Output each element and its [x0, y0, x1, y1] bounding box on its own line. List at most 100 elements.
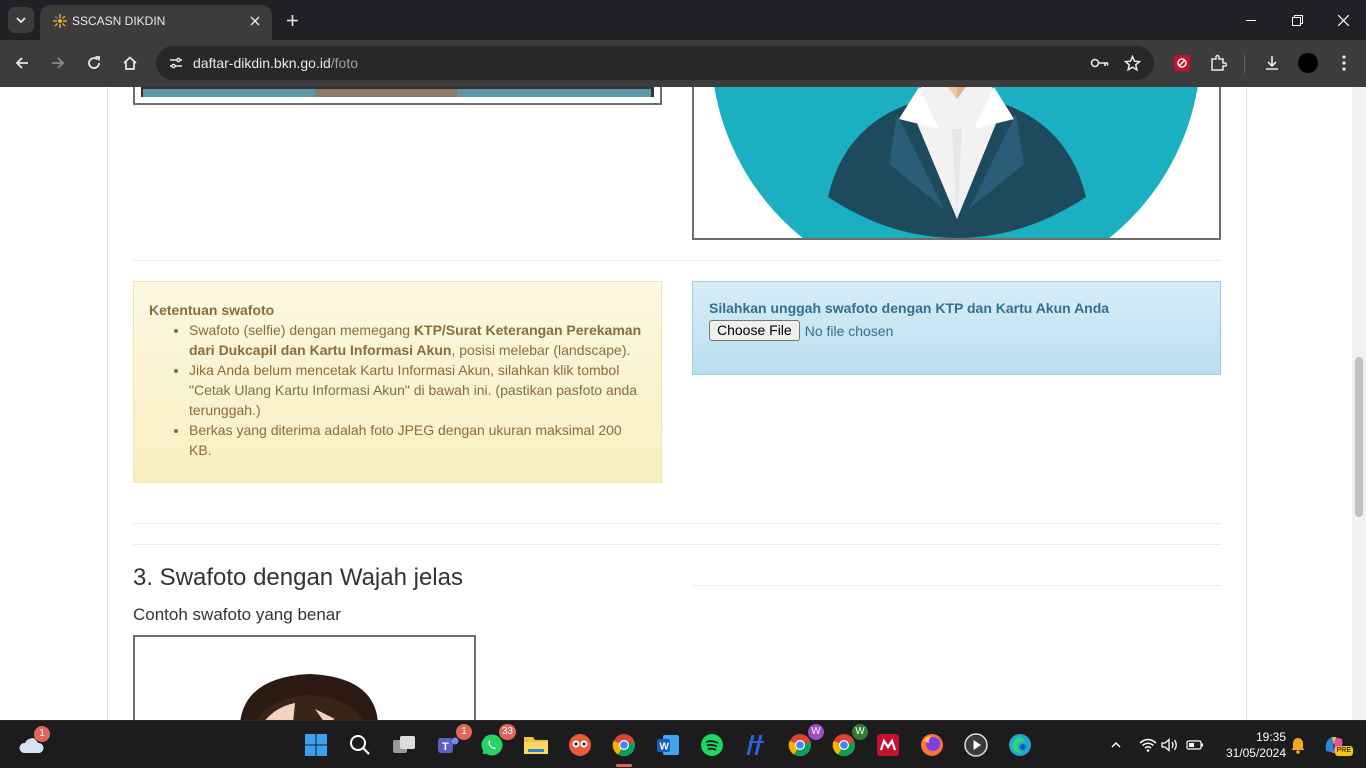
active-app-indicator: [616, 764, 632, 767]
spotify-app[interactable]: [697, 730, 727, 760]
divider: [133, 523, 1221, 524]
search-icon: [350, 735, 370, 755]
downloads-icon[interactable]: [1259, 50, 1285, 76]
start-button[interactable]: [301, 730, 331, 760]
extensions-puzzle-icon[interactable]: [1205, 50, 1231, 76]
url-text: daftar-dikdin.bkn.go.id/foto: [193, 55, 358, 71]
close-window-button[interactable]: [1329, 8, 1357, 32]
toolbar-separator: [1244, 55, 1245, 73]
file-status-text: No file chosen: [804, 322, 894, 339]
tab-title: SSCASN DIKDIN: [72, 14, 166, 28]
more-menu-icon[interactable]: [1331, 50, 1357, 76]
owl-app[interactable]: [565, 730, 595, 760]
divider: [692, 585, 1221, 586]
firefox-app[interactable]: [917, 730, 947, 760]
password-key-icon[interactable]: [1089, 52, 1111, 74]
folder-icon: [524, 737, 548, 754]
home-button[interactable]: [117, 50, 143, 76]
selfie-example-image: [133, 635, 476, 720]
edge-icon: [1009, 734, 1031, 756]
upload-panel: Silahkan unggah swafoto dengan KTP dan K…: [692, 281, 1221, 375]
reload-button[interactable]: [81, 50, 107, 76]
clock-time: 19:35: [1255, 730, 1286, 744]
section-title: 3. Swafoto dengan Wajah jelas: [133, 564, 463, 591]
windows-taskbar: 1 T 1 33 W W W 19:35 31/05/2024 PRE: [0, 720, 1366, 768]
svg-text:W: W: [660, 742, 670, 753]
chrome-profile-app[interactable]: W: [785, 724, 824, 760]
upload-heading: Silahkan unggah swafoto dengan KTP dan K…: [709, 300, 1110, 316]
weather-badge: 1: [34, 726, 50, 742]
teams-app[interactable]: T 1: [433, 724, 472, 760]
choose-file-button[interactable]: Choose File: [709, 320, 800, 341]
profile-avatar[interactable]: [1295, 50, 1321, 76]
minimize-button[interactable]: [1237, 8, 1265, 32]
chrome-app[interactable]: [609, 730, 639, 760]
restore-button[interactable]: [1283, 8, 1311, 32]
list-item: Jika Anda belum mencetak Kartu Informasi…: [189, 360, 646, 420]
page-scrollbar[interactable]: [1352, 87, 1366, 720]
file-explorer-app[interactable]: [521, 730, 551, 760]
list-item: Swafoto (selfie) dengan memegang KTP/Sur…: [189, 320, 646, 360]
extension-red-icon[interactable]: [1169, 50, 1195, 76]
site-info-icon[interactable]: [164, 51, 188, 75]
system-clock[interactable]: 19:35 31/05/2024: [1216, 729, 1286, 761]
notification-bell-icon[interactable]: [1288, 735, 1308, 755]
reload-icon: [88, 56, 100, 69]
mendeley-app[interactable]: [873, 730, 903, 760]
owl-app-icon: [569, 734, 591, 756]
volume-icon[interactable]: [1160, 735, 1180, 755]
list-item: Berkas yang diterima adalah foto JPEG de…: [189, 420, 646, 460]
task-view-button[interactable]: [389, 730, 419, 760]
page-viewport: Ketentuan swafoto Swafoto (selfie) denga…: [0, 87, 1366, 720]
swafoto-rules-list: Swafoto (selfie) dengan memegang KTP/Sur…: [189, 320, 646, 460]
close-icon: [1337, 14, 1349, 26]
site-favicon-icon: [53, 14, 67, 28]
weather-widget[interactable]: 1: [17, 726, 50, 760]
swafoto-rules-heading: Ketentuan swafoto: [149, 302, 275, 318]
url-path: /foto: [330, 55, 359, 71]
scrollbar-thumb[interactable]: [1355, 357, 1363, 517]
ktp-example-image: [133, 87, 662, 105]
swafoto-rules-panel: Ketentuan swafoto Swafoto (selfie) denga…: [133, 281, 662, 483]
home-icon: [123, 56, 137, 70]
divider: [133, 544, 1221, 545]
preview-badge: PRE: [1334, 746, 1353, 756]
tab-close-icon[interactable]: [246, 12, 264, 30]
profile-badge: W: [852, 724, 868, 740]
spotify-icon: [701, 734, 723, 756]
copilot-app[interactable]: PRE: [1321, 732, 1353, 758]
show-hidden-icons-button[interactable]: [1106, 735, 1126, 755]
media-player-app[interactable]: [961, 730, 991, 760]
back-button[interactable]: [9, 50, 35, 76]
chrome-profile-app-2[interactable]: W: [829, 724, 868, 760]
whatsapp-app[interactable]: 33: [477, 724, 516, 760]
profile-badge: W: [808, 724, 824, 740]
bookmark-star-icon[interactable]: [1121, 52, 1143, 74]
browser-toolbar: daftar-dikdin.bkn.go.id/foto: [0, 40, 1366, 87]
word-icon: W: [657, 735, 679, 755]
chevron-up-icon: [1111, 741, 1121, 748]
search-button[interactable]: [345, 730, 375, 760]
chrome-icon: [832, 734, 856, 757]
address-bar[interactable]: daftar-dikdin.bkn.go.id/foto: [156, 46, 1154, 80]
browser-tab[interactable]: SSCASN DIKDIN: [40, 5, 272, 40]
slashes-app[interactable]: [741, 730, 771, 760]
word-app[interactable]: W: [653, 730, 683, 760]
battery-icon[interactable]: [1185, 735, 1205, 755]
slashes-app-icon: [746, 734, 764, 756]
forward-button[interactable]: [45, 50, 71, 76]
new-tab-button[interactable]: [280, 8, 304, 32]
teams-badge: 1: [456, 724, 472, 740]
wifi-icon[interactable]: [1138, 735, 1158, 755]
chrome-icon: [788, 734, 812, 757]
section-subtitle: Contoh swafoto yang benar: [133, 605, 341, 624]
browser-tab-bar: SSCASN DIKDIN: [0, 0, 1366, 40]
chrome-icon: [612, 734, 636, 757]
plus-icon: [286, 14, 298, 26]
divider: [133, 260, 1221, 261]
file-input[interactable]: Choose File No file chosen: [709, 320, 1204, 341]
minimize-icon: [1245, 19, 1256, 21]
tab-search-button[interactable]: [8, 7, 34, 33]
edge-app[interactable]: [1005, 730, 1035, 760]
url-host: daftar-dikdin.bkn.go.id: [193, 55, 331, 71]
